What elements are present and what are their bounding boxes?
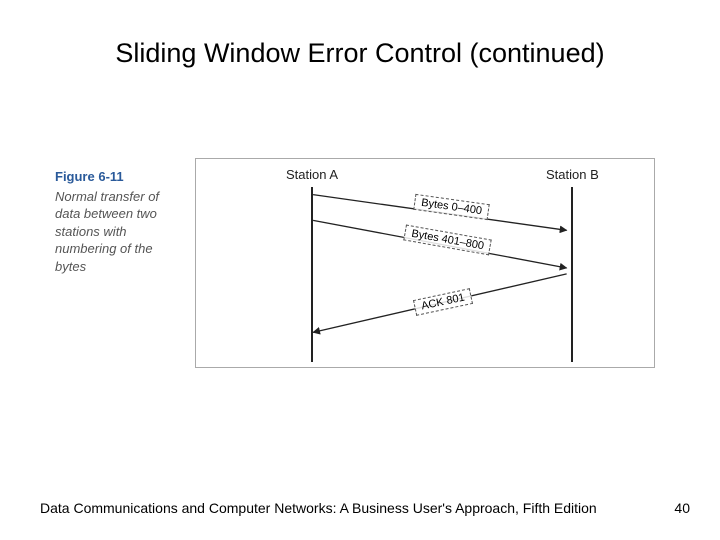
figure-caption: Figure 6-11 Normal transfer of data betw… — [55, 168, 185, 275]
page-title: Sliding Window Error Control (continued) — [0, 38, 720, 69]
arrows-svg — [196, 159, 654, 367]
page-number: 40 — [674, 500, 690, 516]
diagram-box: Station A Station B Bytes 0–400 Bytes 40… — [195, 158, 655, 368]
figure-description: Normal transfer of data between two stat… — [55, 189, 159, 274]
figure-label: Figure 6-11 — [55, 168, 185, 186]
figure-area: Figure 6-11 Normal transfer of data betw… — [55, 158, 665, 378]
footer-text: Data Communications and Computer Network… — [40, 500, 680, 516]
